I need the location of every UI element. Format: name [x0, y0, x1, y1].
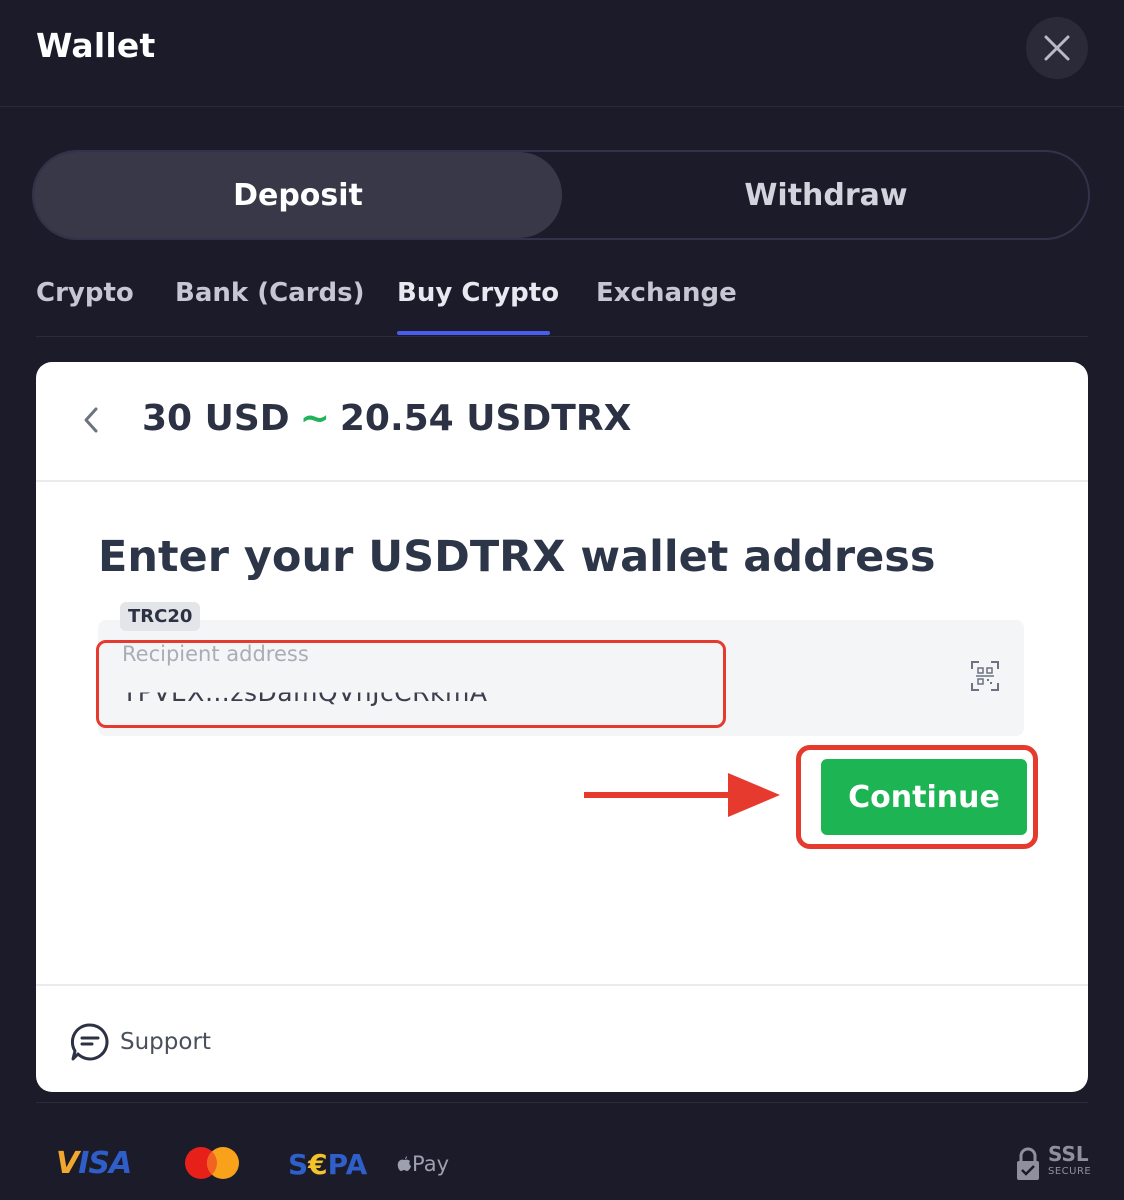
support-label: Support [120, 1029, 211, 1055]
subtab-bank-cards[interactable]: Bank (Cards) [175, 278, 365, 308]
qr-scan-button[interactable] [970, 660, 1000, 692]
support-link[interactable]: Support [70, 1022, 211, 1062]
deposit-withdraw-toggle: Deposit Withdraw [32, 150, 1090, 240]
quote-from: 30 USD [142, 398, 290, 439]
chevron-left-icon [84, 407, 98, 433]
continue-button[interactable]: Continue [821, 759, 1027, 835]
back-button[interactable] [76, 400, 106, 440]
deposit-tab[interactable]: Deposit [34, 152, 562, 238]
subtab-exchange[interactable]: Exchange [596, 278, 737, 308]
form-heading: Enter your USDTRX wallet address [98, 532, 936, 582]
apple-icon [397, 1156, 411, 1171]
subtab-crypto[interactable]: Crypto [36, 278, 134, 308]
quote-separator: ~ [299, 398, 330, 439]
ssl-sub-label: SECURE [1048, 1166, 1092, 1177]
ssl-secure-badge: SSL SECURE [1014, 1142, 1092, 1182]
subtabs-divider [36, 336, 1088, 337]
network-badge: TRC20 [120, 602, 201, 631]
card-header: 30 USD ~20.54 USDTRX [36, 362, 1088, 482]
lock-icon [1017, 1147, 1039, 1180]
subtab-buy-crypto[interactable]: Buy Crypto [397, 278, 559, 308]
visa-logo: VISA [56, 1146, 132, 1181]
payment-methods-footer: VISA S€PA Pay SSL SECURE [0, 1100, 1124, 1200]
sepa-logo: S€PA [288, 1148, 368, 1181]
footer-divider [36, 1102, 1088, 1103]
close-icon [1044, 35, 1070, 61]
active-tab-underline [397, 331, 550, 335]
address-highlight-box [96, 640, 726, 728]
apple-pay-logo: Pay [396, 1152, 449, 1176]
ssl-label: SSL [1048, 1142, 1089, 1166]
buy-crypto-card: 30 USD ~20.54 USDTRX Enter your USDTRX wa… [36, 362, 1088, 1092]
method-subtabs: Crypto Bank (Cards) Buy Crypto Exchange [0, 270, 1124, 338]
card-footer: Support [36, 984, 1088, 1094]
quote-summary: 30 USD ~20.54 USDTRX [142, 398, 631, 439]
chat-icon [70, 1023, 109, 1061]
modal-title: Wallet [36, 26, 156, 65]
qr-scan-icon [971, 661, 999, 691]
close-button[interactable] [1026, 17, 1088, 79]
mastercard-logo-icon [185, 1147, 239, 1179]
red-arrow-annotation [584, 773, 780, 817]
modal-header: Wallet [0, 0, 1124, 107]
withdraw-tab[interactable]: Withdraw [564, 152, 1088, 238]
apple-pay-label: Pay [412, 1152, 450, 1176]
quote-to: 20.54 USDTRX [339, 398, 632, 439]
